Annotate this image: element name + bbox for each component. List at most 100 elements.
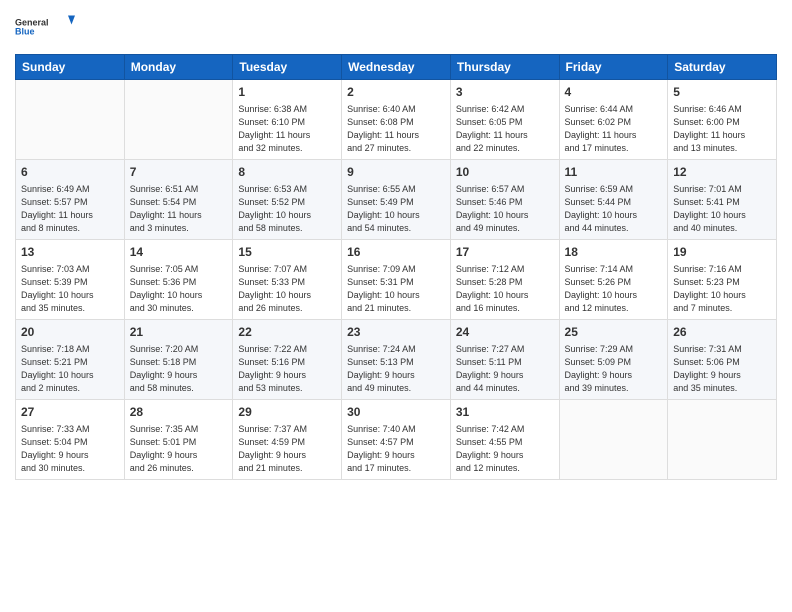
calendar-cell: 4Sunrise: 6:44 AM Sunset: 6:02 PM Daylig… (559, 80, 668, 160)
day-info: Sunrise: 6:57 AM Sunset: 5:46 PM Dayligh… (456, 183, 554, 235)
calendar-week-row: 6 Sunrise: 6:49 AM Sunset: 5:57 PM Daylig… (16, 160, 777, 240)
day-info: Sunrise: 7:37 AM Sunset: 4:59 PM Dayligh… (238, 423, 336, 475)
calendar-week-row: 20 Sunrise: 7:18 AM Sunset: 5:21 PM Dayli… (16, 320, 777, 400)
header: General Blue (15, 10, 777, 46)
calendar-week-row: 1Sunrise: 6:38 AM Sunset: 6:10 PM Daylig… (16, 80, 777, 160)
day-number: 16 (347, 244, 445, 261)
day-info: Sunrise: 6:53 AM Sunset: 5:52 PM Dayligh… (238, 183, 336, 235)
day-info: Sunrise: 6:59 AM Sunset: 5:44 PM Dayligh… (565, 183, 663, 235)
calendar-table: SundayMondayTuesdayWednesdayThursdayFrid… (15, 54, 777, 480)
calendar-cell (16, 80, 125, 160)
day-header-sunday: Sunday (16, 55, 125, 80)
day-number: 3 (456, 84, 554, 101)
day-info: Sunrise: 7:31 AM Sunset: 5:06 PM Dayligh… (673, 343, 771, 395)
day-info: Sunrise: 6:46 AM Sunset: 6:00 PM Dayligh… (673, 103, 771, 155)
day-number: 17 (456, 244, 554, 261)
day-info: Sunrise: 6:40 AM Sunset: 6:08 PM Dayligh… (347, 103, 445, 155)
calendar-cell: 19 Sunrise: 7:16 AM Sunset: 5:23 PM Dayli… (668, 240, 777, 320)
logo-svg: General Blue (15, 10, 75, 46)
day-number: 10 (456, 164, 554, 181)
day-number: 20 (21, 324, 119, 341)
calendar-cell: 2Sunrise: 6:40 AM Sunset: 6:08 PM Daylig… (342, 80, 451, 160)
day-number: 15 (238, 244, 336, 261)
day-header-wednesday: Wednesday (342, 55, 451, 80)
day-number: 12 (673, 164, 771, 181)
calendar-cell: 15Sunrise: 7:07 AM Sunset: 5:33 PM Dayli… (233, 240, 342, 320)
calendar-week-row: 27 Sunrise: 7:33 AM Sunset: 5:04 PM Dayli… (16, 400, 777, 480)
day-info: Sunrise: 7:35 AM Sunset: 5:01 PM Dayligh… (130, 423, 228, 475)
day-info: Sunrise: 6:42 AM Sunset: 6:05 PM Dayligh… (456, 103, 554, 155)
calendar-cell: 11Sunrise: 6:59 AM Sunset: 5:44 PM Dayli… (559, 160, 668, 240)
day-number: 23 (347, 324, 445, 341)
day-info: Sunrise: 7:33 AM Sunset: 5:04 PM Dayligh… (21, 423, 119, 475)
day-number: 22 (238, 324, 336, 341)
calendar-cell: 17 Sunrise: 7:12 AM Sunset: 5:28 PM Dayli… (450, 240, 559, 320)
calendar-cell: 20 Sunrise: 7:18 AM Sunset: 5:21 PM Dayli… (16, 320, 125, 400)
day-number: 28 (130, 404, 228, 421)
day-info: Sunrise: 7:20 AM Sunset: 5:18 PM Dayligh… (130, 343, 228, 395)
page: General Blue SundayMondayTuesdayWednesda… (0, 0, 792, 612)
day-number: 29 (238, 404, 336, 421)
calendar-cell: 22 Sunrise: 7:22 AM Sunset: 5:16 PM Dayli… (233, 320, 342, 400)
day-info: Sunrise: 7:22 AM Sunset: 5:16 PM Dayligh… (238, 343, 336, 395)
day-number: 24 (456, 324, 554, 341)
calendar-cell: 29 Sunrise: 7:37 AM Sunset: 4:59 PM Dayli… (233, 400, 342, 480)
day-number: 13 (21, 244, 119, 261)
calendar-cell: 9 Sunrise: 6:55 AM Sunset: 5:49 PM Daylig… (342, 160, 451, 240)
day-number: 25 (565, 324, 663, 341)
day-info: Sunrise: 7:09 AM Sunset: 5:31 PM Dayligh… (347, 263, 445, 315)
day-number: 27 (21, 404, 119, 421)
day-header-saturday: Saturday (668, 55, 777, 80)
day-info: Sunrise: 7:05 AM Sunset: 5:36 PM Dayligh… (130, 263, 228, 315)
day-info: Sunrise: 7:24 AM Sunset: 5:13 PM Dayligh… (347, 343, 445, 395)
calendar-cell: 5 Sunrise: 6:46 AM Sunset: 6:00 PM Daylig… (668, 80, 777, 160)
day-header-thursday: Thursday (450, 55, 559, 80)
calendar-cell (124, 80, 233, 160)
day-number: 31 (456, 404, 554, 421)
calendar-cell: 13Sunrise: 7:03 AM Sunset: 5:39 PM Dayli… (16, 240, 125, 320)
day-number: 9 (347, 164, 445, 181)
calendar-cell: 27 Sunrise: 7:33 AM Sunset: 5:04 PM Dayli… (16, 400, 125, 480)
svg-text:General: General (15, 18, 49, 28)
calendar-cell: 6 Sunrise: 6:49 AM Sunset: 5:57 PM Daylig… (16, 160, 125, 240)
day-number: 5 (673, 84, 771, 101)
day-header-tuesday: Tuesday (233, 55, 342, 80)
day-info: Sunrise: 6:55 AM Sunset: 5:49 PM Dayligh… (347, 183, 445, 235)
calendar-cell (559, 400, 668, 480)
day-number: 26 (673, 324, 771, 341)
calendar-cell: 16 Sunrise: 7:09 AM Sunset: 5:31 PM Dayli… (342, 240, 451, 320)
day-number: 4 (565, 84, 663, 101)
day-number: 14 (130, 244, 228, 261)
day-info: Sunrise: 7:29 AM Sunset: 5:09 PM Dayligh… (565, 343, 663, 395)
calendar-cell: 14 Sunrise: 7:05 AM Sunset: 5:36 PM Dayli… (124, 240, 233, 320)
calendar-cell: 28 Sunrise: 7:35 AM Sunset: 5:01 PM Dayli… (124, 400, 233, 480)
day-number: 19 (673, 244, 771, 261)
day-info: Sunrise: 7:18 AM Sunset: 5:21 PM Dayligh… (21, 343, 119, 395)
calendar-cell: 21 Sunrise: 7:20 AM Sunset: 5:18 PM Dayli… (124, 320, 233, 400)
day-info: Sunrise: 7:40 AM Sunset: 4:57 PM Dayligh… (347, 423, 445, 475)
day-info: Sunrise: 7:12 AM Sunset: 5:28 PM Dayligh… (456, 263, 554, 315)
day-number: 1 (238, 84, 336, 101)
day-number: 8 (238, 164, 336, 181)
calendar-cell: 23 Sunrise: 7:24 AM Sunset: 5:13 PM Dayli… (342, 320, 451, 400)
calendar-cell: 24 Sunrise: 7:27 AM Sunset: 5:11 PM Dayli… (450, 320, 559, 400)
calendar-cell: 26 Sunrise: 7:31 AM Sunset: 5:06 PM Dayli… (668, 320, 777, 400)
calendar-cell: 30Sunrise: 7:40 AM Sunset: 4:57 PM Dayli… (342, 400, 451, 480)
day-info: Sunrise: 7:16 AM Sunset: 5:23 PM Dayligh… (673, 263, 771, 315)
day-number: 21 (130, 324, 228, 341)
svg-text:Blue: Blue (15, 27, 35, 37)
calendar-cell (668, 400, 777, 480)
calendar-cell: 3 Sunrise: 6:42 AM Sunset: 6:05 PM Daylig… (450, 80, 559, 160)
logo: General Blue (15, 10, 75, 46)
calendar-cell: 1Sunrise: 6:38 AM Sunset: 6:10 PM Daylig… (233, 80, 342, 160)
day-info: Sunrise: 7:27 AM Sunset: 5:11 PM Dayligh… (456, 343, 554, 395)
calendar-cell: 25 Sunrise: 7:29 AM Sunset: 5:09 PM Dayli… (559, 320, 668, 400)
calendar-cell: 7Sunrise: 6:51 AM Sunset: 5:54 PM Daylig… (124, 160, 233, 240)
day-info: Sunrise: 6:49 AM Sunset: 5:57 PM Dayligh… (21, 183, 119, 235)
calendar-cell: 8 Sunrise: 6:53 AM Sunset: 5:52 PM Daylig… (233, 160, 342, 240)
calendar-header-row: SundayMondayTuesdayWednesdayThursdayFrid… (16, 55, 777, 80)
calendar-cell: 31Sunrise: 7:42 AM Sunset: 4:55 PM Dayli… (450, 400, 559, 480)
calendar-week-row: 13Sunrise: 7:03 AM Sunset: 5:39 PM Dayli… (16, 240, 777, 320)
day-number: 6 (21, 164, 119, 181)
day-info: Sunrise: 7:01 AM Sunset: 5:41 PM Dayligh… (673, 183, 771, 235)
